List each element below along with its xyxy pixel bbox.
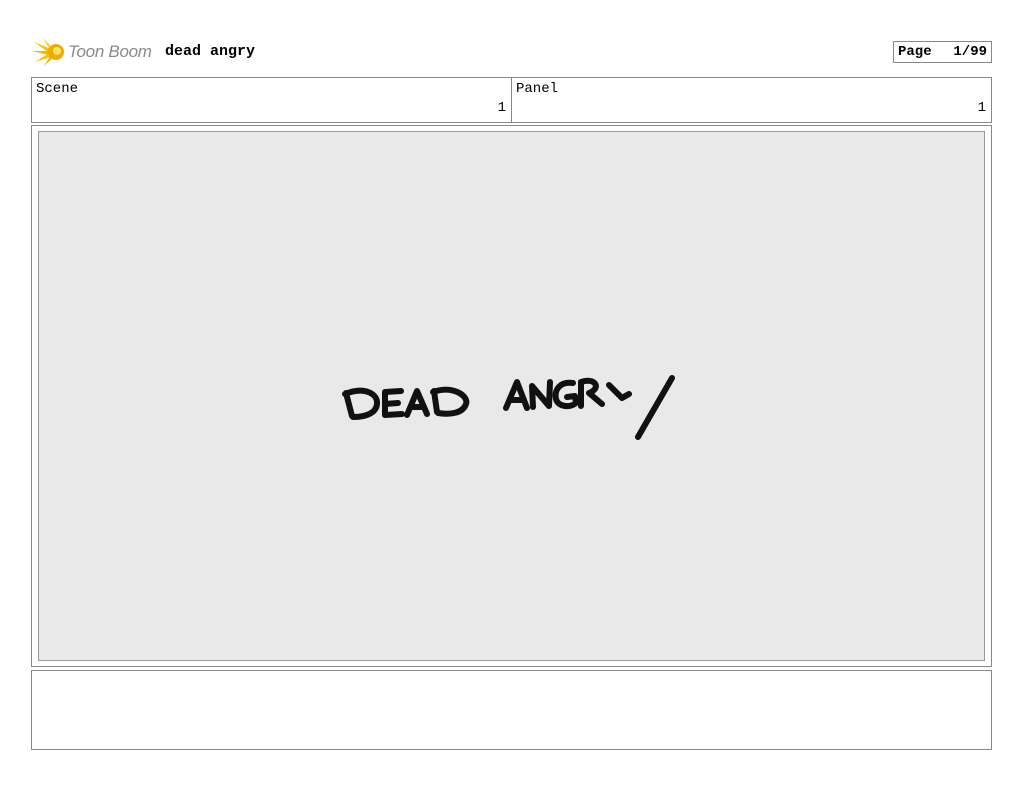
page-number: 1/99 [953,44,987,60]
page-indicator: Page 1/99 [893,41,992,63]
scene-label: Scene [36,81,79,97]
scene-cell: Scene 1 [32,78,511,122]
scene-number: 1 [497,100,506,116]
project-title: dead angry [165,43,256,60]
handwritten-title-drawing [342,375,675,440]
page-label: Page [898,44,932,60]
panel-image[interactable] [38,131,985,661]
panel-frame [31,125,992,667]
toon-boom-logo: Toon Boom [32,36,156,68]
logo-text: Toon Boom [68,42,152,61]
toon-boom-starburst-icon [32,38,64,66]
storyboard-header: Toon Boom dead angry Page 1/99 [32,36,992,68]
panel-number: 1 [977,100,986,116]
panel-cell: Panel 1 [511,78,991,122]
panel-label: Panel [516,81,559,97]
scene-panel-info-row: Scene 1 Panel 1 [31,77,992,123]
panel-notes-box[interactable] [31,670,992,750]
